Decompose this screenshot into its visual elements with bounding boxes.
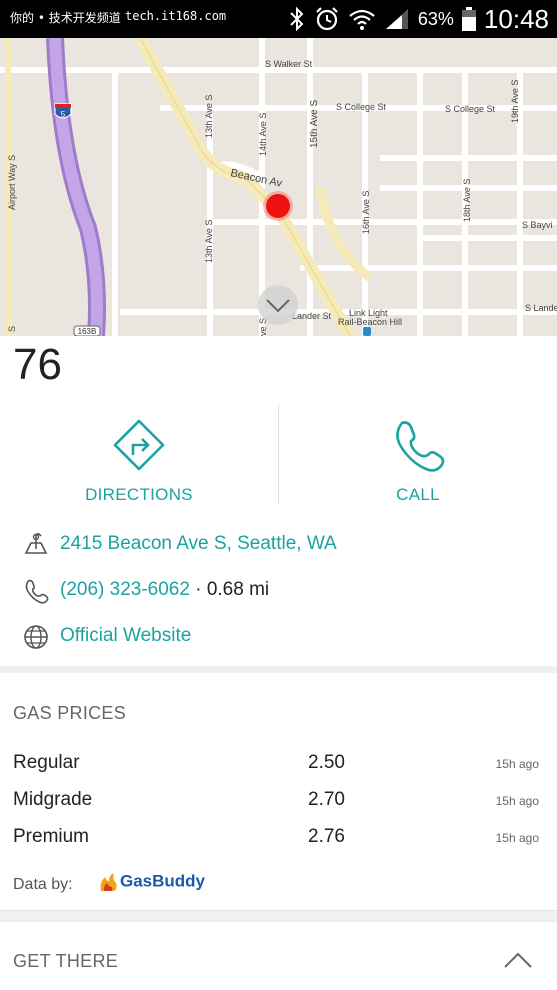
svg-text:S Bayvi: S Bayvi	[522, 220, 553, 230]
phone-icon	[396, 421, 445, 472]
svg-text:163B: 163B	[78, 327, 97, 336]
svg-text:14th Ave S: 14th Ave S	[258, 113, 268, 156]
price-row-regular: Regular 2.50 15h ago	[0, 752, 557, 782]
action-bar: DIRECTIONS CALL	[0, 405, 557, 505]
collapse-map-button[interactable]	[258, 285, 298, 325]
alarm-icon	[316, 7, 338, 31]
svg-text:13th Ave S: 13th Ave S	[204, 220, 214, 263]
price-age: 15h ago	[495, 831, 539, 845]
phone-link[interactable]: (206) 323-6062	[60, 579, 190, 600]
call-button[interactable]: CALL	[279, 405, 557, 505]
gas-prices-header: GAS PRICES	[13, 703, 127, 723]
battery-icon	[461, 7, 476, 31]
svg-text:S: S	[7, 326, 17, 332]
battery-percent: 63%	[417, 8, 454, 29]
svg-text:Rail-Beacon Hill: Rail-Beacon Hill	[338, 317, 402, 327]
call-label: CALL	[396, 485, 440, 504]
status-bar: 你的 • 技术开发频道 tech.it168.com 63% 10:48	[0, 0, 557, 38]
get-there-header[interactable]: GET THERE	[13, 951, 118, 972]
svg-text:S College St: S College St	[445, 104, 496, 114]
website-row[interactable]: Official Website	[0, 618, 557, 654]
directions-button[interactable]: DIRECTIONS	[0, 405, 278, 505]
directions-label: DIRECTIONS	[85, 485, 193, 504]
svg-text:S Lande: S Lande	[525, 303, 557, 313]
watermark-text: tech.it168.com	[125, 9, 227, 23]
svg-text:Airport Way S: Airport Way S	[7, 155, 17, 210]
section-separator	[0, 910, 557, 922]
location-pin-icon[interactable]	[263, 191, 293, 221]
signal-icon	[385, 9, 408, 29]
price-row-midgrade: Midgrade 2.70 15h ago	[0, 789, 557, 819]
distance-separator: ·	[195, 579, 202, 600]
svg-text:5: 5	[61, 110, 66, 119]
svg-text:19th Ave S: 19th Ave S	[510, 80, 520, 123]
fuel-price: 2.50	[308, 752, 345, 773]
price-age: 15h ago	[495, 794, 539, 808]
wifi-icon	[349, 9, 375, 30]
website-link[interactable]: Official Website	[60, 625, 191, 647]
phone-line: (206) 323-6062 · 0.68 mi	[60, 579, 269, 601]
svg-text:15th Ave S: 15th Ave S	[309, 99, 320, 148]
globe-icon	[24, 625, 48, 649]
address-row[interactable]: 2415 Beacon Ave S, Seattle, WA	[0, 526, 557, 562]
address-link[interactable]: 2415 Beacon Ave S, Seattle, WA	[60, 533, 337, 555]
price-age: 15h ago	[495, 757, 539, 771]
map-location-icon	[24, 532, 48, 554]
fuel-name: Premium	[13, 826, 90, 847]
notification-text: 你的 • 技术开发频道	[10, 11, 121, 25]
price-row-premium: Premium 2.76 15h ago	[0, 826, 557, 856]
chevron-down-icon	[266, 299, 290, 313]
clock: 10:48	[483, 3, 549, 34]
data-by-label: Data by:	[13, 876, 73, 893]
phone-small-icon	[25, 579, 49, 604]
distance-text: 0.68 mi	[206, 579, 270, 600]
section-separator	[0, 666, 557, 673]
directions-icon	[113, 419, 165, 471]
place-title: 76	[13, 340, 62, 389]
gasbuddy-logo[interactable]: GasBuddy	[97, 871, 205, 893]
bluetooth-icon	[290, 6, 304, 32]
gasbuddy-flame-icon	[100, 873, 117, 891]
svg-text:S Walker St: S Walker St	[265, 59, 313, 69]
fuel-price: 2.70	[308, 789, 345, 810]
chevron-up-icon[interactable]	[502, 949, 534, 971]
svg-text:S College St: S College St	[336, 102, 387, 112]
fuel-name: Midgrade	[13, 789, 93, 810]
fuel-name: Regular	[13, 752, 80, 773]
gasbuddy-text: GasBuddy	[120, 871, 206, 891]
svg-text:16th Ave S: 16th Ave S	[361, 191, 371, 234]
fuel-price: 2.76	[308, 826, 345, 847]
svg-text:18th Ave S: 18th Ave S	[462, 179, 472, 222]
phone-row[interactable]: (206) 323-6062 · 0.68 mi	[0, 572, 557, 608]
svg-text:13th Ave S: 13th Ave S	[204, 95, 214, 138]
map-view[interactable]: 5 163B S Walker St S College St S Colleg…	[0, 38, 557, 336]
